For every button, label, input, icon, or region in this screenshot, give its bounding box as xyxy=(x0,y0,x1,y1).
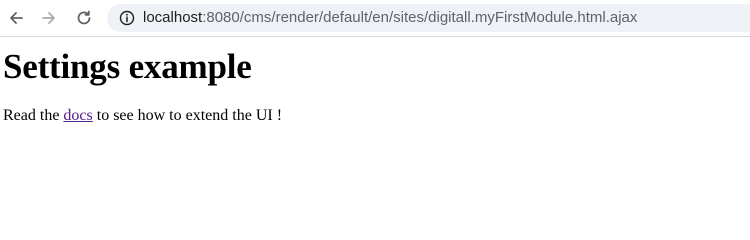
paragraph-text-after: to see how to extend the UI ! xyxy=(92,107,283,124)
docs-link[interactable]: docs xyxy=(63,107,92,124)
forward-button[interactable] xyxy=(37,6,61,30)
intro-paragraph: Read the docs to see how to extend the U… xyxy=(3,106,748,125)
reload-icon xyxy=(77,10,91,25)
url-text: localhost:8080/cms/render/default/en/sit… xyxy=(143,9,637,27)
back-button[interactable] xyxy=(4,6,28,30)
address-bar[interactable]: localhost:8080/cms/render/default/en/sit… xyxy=(107,4,750,32)
page-title: Settings example xyxy=(3,47,252,86)
reload-button[interactable] xyxy=(72,6,96,30)
page-content: Settings example Read the docs to see ho… xyxy=(3,38,748,125)
url-host: localhost xyxy=(143,9,203,26)
paragraph-text-before: Read the xyxy=(3,107,64,124)
arrow-left-icon xyxy=(10,12,23,24)
url-path: :8080/cms/render/default/en/sites/digita… xyxy=(202,9,638,26)
browser-toolbar: localhost:8080/cms/render/default/en/sit… xyxy=(0,0,750,37)
arrow-right-icon xyxy=(42,12,55,24)
info-icon[interactable] xyxy=(119,10,135,26)
